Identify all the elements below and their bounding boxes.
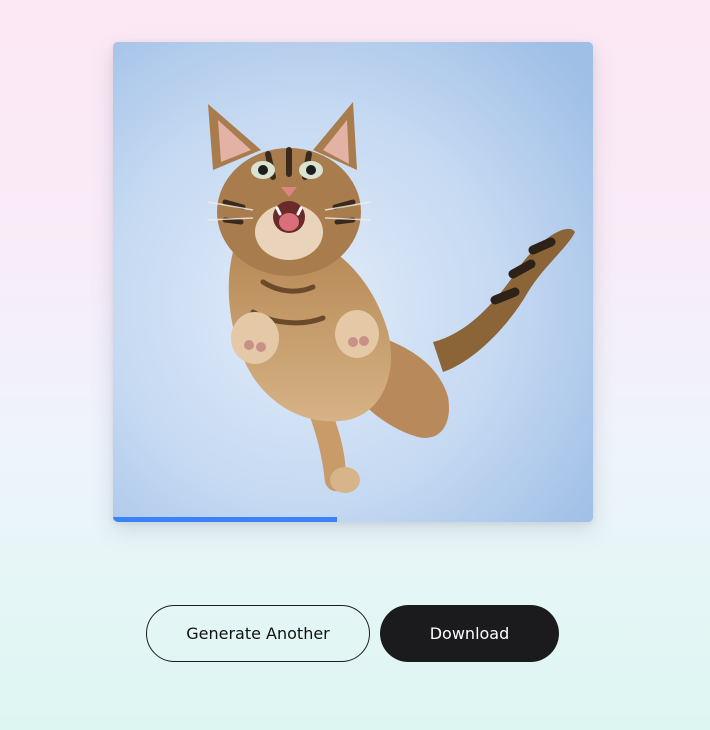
generation-progress-track (113, 517, 593, 522)
generation-progress-bar (113, 517, 338, 522)
generated-image-card (113, 42, 593, 522)
kitten-image (113, 42, 593, 522)
download-button[interactable]: Download (380, 605, 559, 662)
generate-another-button[interactable]: Generate Another (146, 605, 370, 662)
action-buttons: Generate Another Download (0, 605, 710, 662)
